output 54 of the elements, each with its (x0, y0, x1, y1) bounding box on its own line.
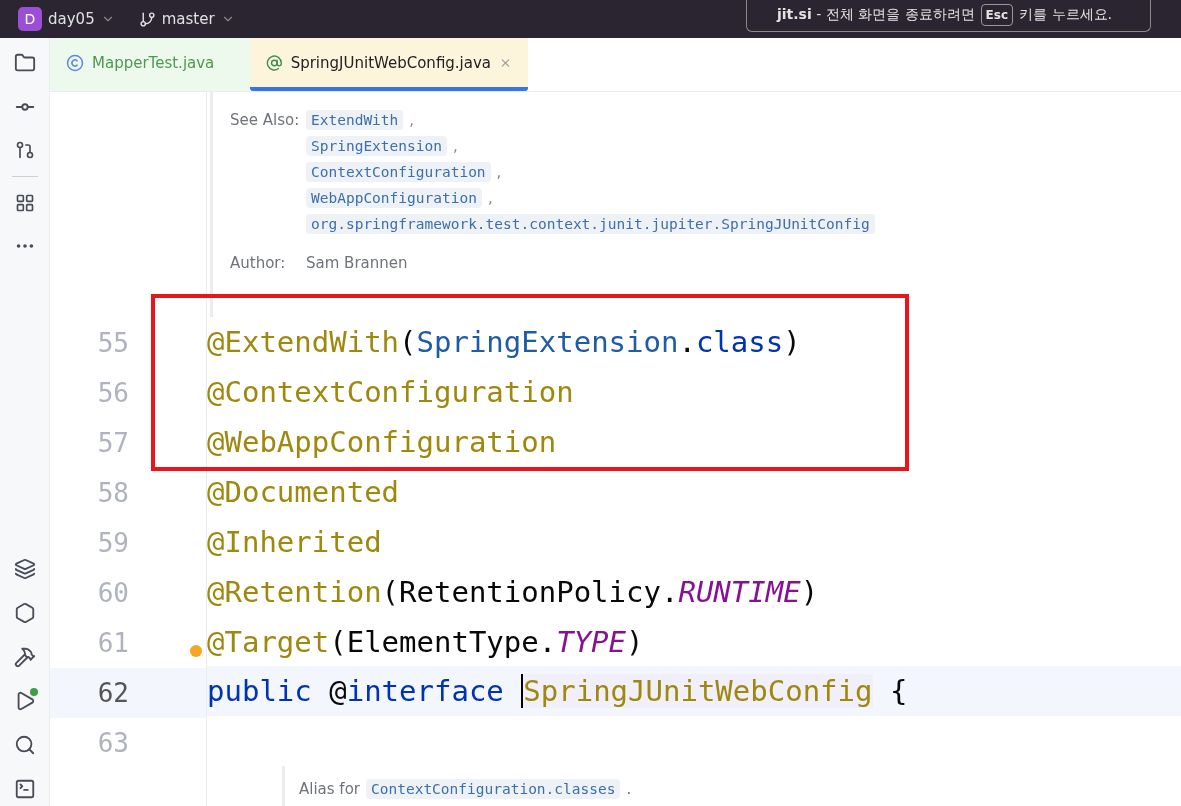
at-sign-icon (266, 53, 283, 72)
editor-tab[interactable]: SpringJUnitWebConfig.java (250, 38, 528, 91)
editor-tab[interactable]: MapperTest.java (50, 38, 250, 91)
see-also-label: See Also: (230, 111, 300, 129)
search-icon[interactable] (13, 734, 36, 756)
doc-link[interactable]: SpringExtension (306, 136, 447, 156)
hexagon-icon[interactable] (13, 602, 36, 624)
code-line: @Target(ElementType.TYPE) (207, 623, 645, 661)
hammer-icon[interactable] (13, 646, 36, 668)
project-name: day05 (48, 10, 95, 28)
doc-link[interactable]: WebAppConfiguration (306, 188, 482, 208)
code-line: @Documented (207, 474, 401, 512)
line-number: 57 (96, 427, 130, 460)
author-name: Sam Brannen (306, 254, 408, 272)
doc-link[interactable]: ContextConfiguration.classes (366, 779, 621, 800)
branch-selector[interactable]: master (138, 10, 235, 28)
line-number: 58 (96, 477, 130, 510)
project-avatar[interactable]: D (18, 7, 42, 31)
code-line: @WebAppConfiguration (207, 424, 558, 462)
pull-request-icon[interactable] (14, 140, 35, 160)
comma: , (487, 189, 493, 207)
period: . (626, 780, 632, 799)
comma: , (452, 137, 458, 155)
line-number: 56 (96, 377, 130, 410)
line-number: 62 (50, 668, 206, 718)
line-number: 60 (96, 577, 130, 610)
code-line: @Retention(RetentionPolicy.RUNTIME) (207, 573, 820, 611)
esc-key: Esc (980, 3, 1014, 26)
code-line: @Inherited (207, 523, 383, 561)
class-icon (66, 53, 84, 72)
notice-text: jit.si - 전체 화면을 종료하려면 (777, 5, 975, 24)
branch-name: master (161, 10, 215, 28)
code-line: @ContextConfiguration (207, 374, 575, 412)
tab-label: MapperTest.java (92, 53, 215, 72)
folder-icon[interactable] (13, 52, 36, 74)
alias-label: Alias for (299, 780, 360, 799)
notice-text: 키를 누르세요. (1019, 5, 1112, 24)
structure-icon[interactable] (14, 193, 35, 213)
terminal-icon[interactable] (13, 778, 36, 800)
code-line: @ExtendWith(SpringExtension.class) (207, 324, 802, 362)
line-number: 59 (96, 527, 130, 560)
tab-label: SpringJUnitWebConfig.java (290, 53, 492, 72)
author-label: Author: (230, 254, 287, 272)
layers-icon[interactable] (13, 558, 36, 580)
line-number: 55 (96, 327, 130, 360)
doc-link[interactable]: ExtendWith (306, 110, 404, 130)
branch-icon (138, 10, 156, 28)
line-number: 63 (96, 727, 130, 760)
comma: , (496, 163, 502, 181)
line-number: 61 (50, 618, 206, 668)
comma: , (409, 111, 415, 129)
doc-link[interactable]: ContextConfiguration (306, 162, 491, 182)
project-selector[interactable]: day05 (48, 10, 115, 28)
doc-link[interactable]: org.springframework.test.context.junit.jupiter.SpringJUnitConfig (306, 214, 875, 234)
